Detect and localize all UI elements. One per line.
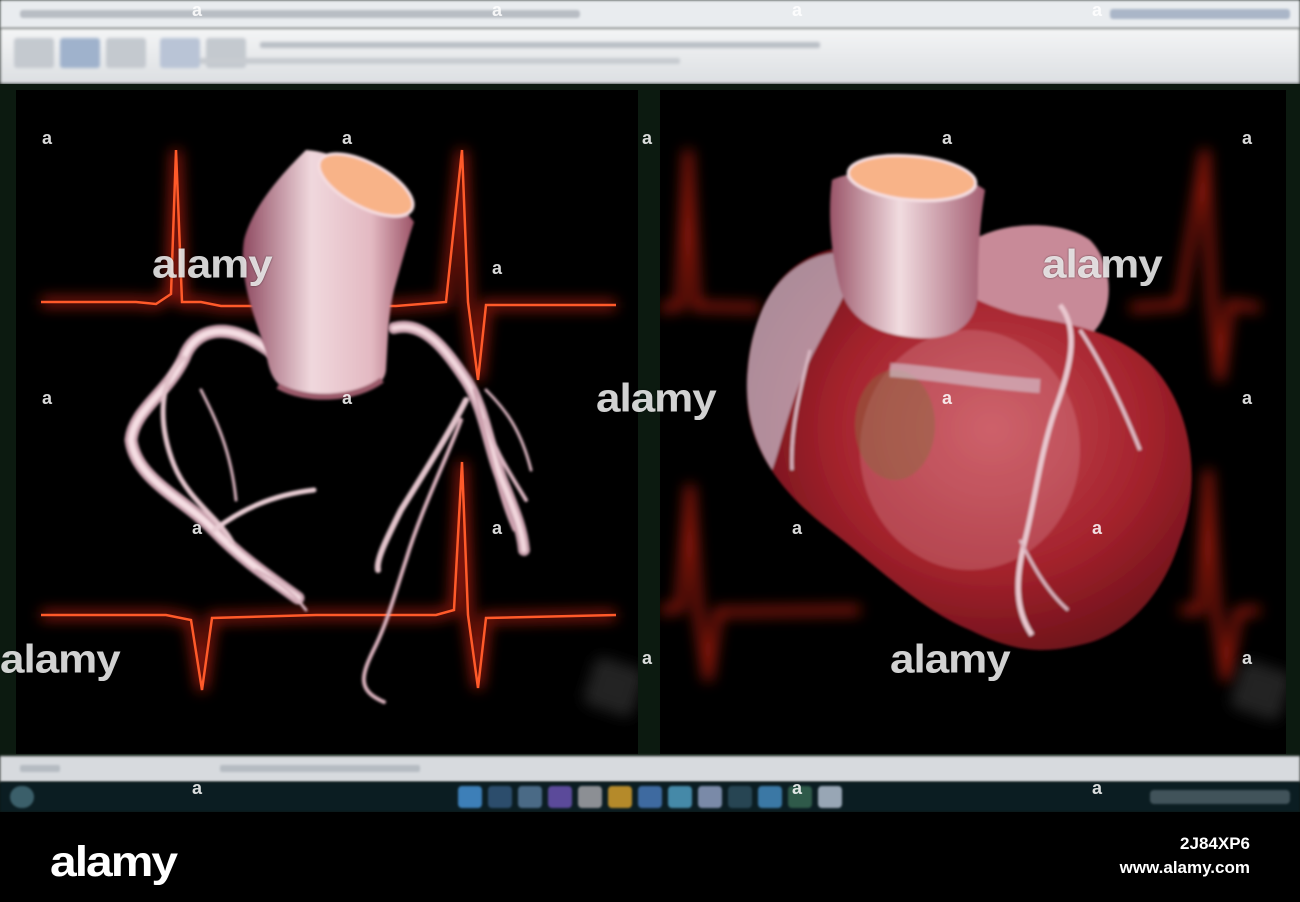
- watermark-letter: a: [1092, 778, 1103, 798]
- watermark-letter: a: [792, 518, 803, 538]
- watermark-text: alamy: [890, 637, 1011, 682]
- app-icon[interactable]: [668, 786, 692, 808]
- app-toolbar: [0, 28, 1300, 84]
- toolbar-strip: [200, 58, 680, 64]
- toolbar-button[interactable]: [106, 38, 146, 68]
- watermark-letter: a: [792, 778, 803, 798]
- watermark-letter: a: [492, 258, 503, 278]
- app-icon[interactable]: [548, 786, 572, 808]
- watermark-letter: a: [42, 128, 53, 148]
- watermark-text: alamy: [0, 637, 121, 682]
- toolbar-strip: [260, 42, 820, 48]
- app-icon[interactable]: [608, 786, 632, 808]
- watermark-letter: a: [192, 778, 203, 798]
- watermark-letter: a: [342, 388, 353, 408]
- watermark-letter: a: [492, 0, 503, 20]
- watermark-letter: a: [642, 128, 653, 148]
- stock-footer: alamy 2J84XP6 www.alamy.com: [0, 812, 1300, 902]
- toolbar-button[interactable]: [160, 38, 200, 68]
- watermark-letter: a: [42, 388, 53, 408]
- watermark-text: alamy: [1042, 242, 1163, 287]
- watermark-letter: a: [492, 518, 503, 538]
- watermark-letter: a: [192, 0, 203, 20]
- alamy-logo: alamy: [50, 838, 178, 886]
- orientation-cube[interactable]: [582, 655, 638, 719]
- watermark-letter: a: [942, 388, 953, 408]
- app-icon[interactable]: [728, 786, 752, 808]
- image-id: 2J84XP6: [1180, 834, 1250, 853]
- watermark-text: alamy: [596, 376, 717, 421]
- app-icon[interactable]: [518, 786, 542, 808]
- ecg-trace: [41, 461, 617, 691]
- watermark-letter: a: [642, 648, 653, 668]
- toolbar-button[interactable]: [14, 38, 54, 68]
- orientation-cube[interactable]: [1228, 658, 1286, 722]
- app-icon[interactable]: [638, 786, 662, 808]
- watermark-letter: a: [1242, 388, 1253, 408]
- toolbar-button[interactable]: [60, 38, 100, 68]
- watermark-letter: a: [1242, 648, 1253, 668]
- app-icon[interactable]: [758, 786, 782, 808]
- site-url: www.alamy.com: [1119, 858, 1250, 877]
- watermark-letter: a: [792, 0, 803, 20]
- app-icon[interactable]: [458, 786, 482, 808]
- watermark-letter: a: [342, 128, 353, 148]
- system-tray[interactable]: [1150, 790, 1290, 804]
- watermark-letter: a: [942, 128, 953, 148]
- app-icon[interactable]: [818, 786, 842, 808]
- watermark-letter: a: [1242, 128, 1253, 148]
- watermark-text: alamy: [152, 242, 273, 287]
- app-icon[interactable]: [488, 786, 512, 808]
- start-icon[interactable]: [10, 786, 34, 808]
- app-icon[interactable]: [578, 786, 602, 808]
- watermark-letter: a: [192, 518, 203, 538]
- app-icon[interactable]: [698, 786, 722, 808]
- watermark-letter: a: [1092, 0, 1103, 20]
- app-screen: alamy alamy alamy alamy alamy a a a a a …: [0, 0, 1300, 812]
- heart: [746, 153, 1192, 650]
- watermark-letter: a: [1092, 518, 1103, 538]
